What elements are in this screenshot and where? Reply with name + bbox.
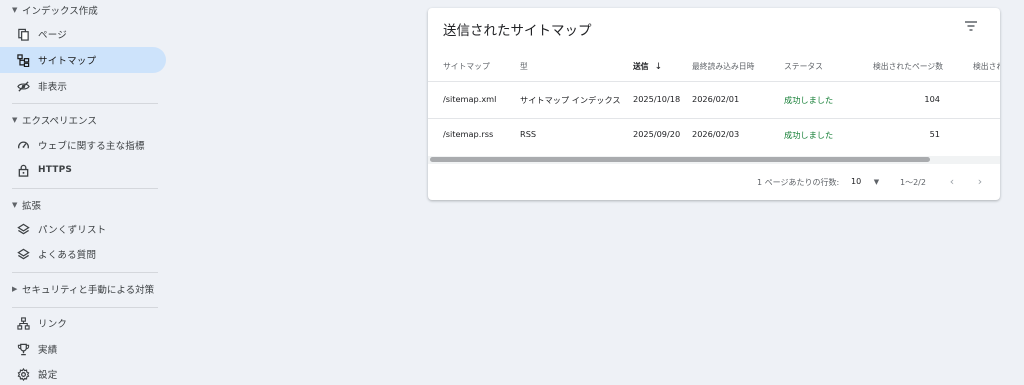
cell-type: サイトマップ インデックス: [520, 95, 621, 105]
cell-status: 成功しました: [784, 130, 834, 140]
cell-last-read: 2026/02/01: [692, 94, 740, 104]
row-divider: [428, 118, 1000, 119]
sidebar-item-label: 設定: [38, 370, 58, 381]
sidebar-item-label: 実績: [38, 345, 58, 356]
sidebar-item-achievements[interactable]: 実績: [0, 336, 166, 362]
row-divider: [428, 81, 1000, 82]
rows-per-page-select[interactable]: 10 ▼: [851, 177, 879, 186]
divider: [12, 272, 158, 273]
section-security[interactable]: ▶ セキュリティと手動による対策: [12, 280, 154, 298]
section-index-label: インデックス作成: [22, 6, 98, 17]
column-header-label: 送信: [633, 62, 649, 71]
sidebar-item-sitemaps[interactable]: サイトマップ: [0, 47, 166, 73]
sidebar-item-label: ページ: [38, 30, 67, 41]
cell-sitemap[interactable]: /sitemap.xml: [443, 94, 496, 104]
network-icon: [16, 316, 30, 330]
sidebar-item-removals[interactable]: 非表示: [0, 73, 166, 99]
sitemap-icon: [16, 53, 30, 67]
sidebar-item-label: HTTPS: [38, 165, 73, 175]
caret-down-icon: ▼: [12, 201, 18, 209]
arrow-down-icon: ↓: [654, 62, 663, 72]
sidebar-item-label: パンくずリスト: [38, 225, 107, 236]
lock-icon: [16, 163, 30, 177]
pages-icon: [16, 27, 30, 41]
sidebar-item-label: ウェブに関する主な指標: [38, 141, 145, 152]
column-header-discovered-more[interactable]: 検出され: [973, 61, 1000, 72]
column-header-status[interactable]: ステータス: [784, 61, 823, 72]
sidebar: ▼ インデックス作成 ページ サイトマップ 非表示 ▼ エクスペリエンス ウェブ…: [0, 0, 168, 385]
column-header-discovered-pages[interactable]: 検出されたページ数: [873, 61, 943, 72]
dropdown-arrow-icon: ▼: [873, 178, 880, 186]
divider: [12, 103, 158, 104]
caret-right-icon: ▶: [12, 285, 18, 293]
sidebar-item-label: リンク: [38, 319, 68, 330]
layers-icon: [16, 222, 30, 236]
horizontal-scrollbar-thumb[interactable]: [430, 157, 930, 162]
sidebar-item-label: サイトマップ: [38, 56, 97, 67]
divider: [12, 188, 158, 189]
cell-submitted: 2025/10/18: [633, 94, 681, 104]
divider: [12, 307, 158, 308]
sidebar-item-links[interactable]: リンク: [0, 310, 166, 336]
sidebar-item-label: 非表示: [38, 82, 68, 93]
caret-down-icon: ▼: [12, 116, 18, 124]
sidebar-item-faq[interactable]: よくある質問: [0, 241, 166, 267]
cell-type: RSS: [520, 129, 537, 139]
cell-sitemap[interactable]: /sitemap.rss: [443, 129, 493, 139]
cell-submitted: 2025/09/20: [633, 129, 681, 139]
filter-icon[interactable]: [964, 20, 978, 32]
chevron-right-icon[interactable]: ›: [972, 173, 988, 189]
column-header-submitted[interactable]: 送信 ↓: [633, 61, 662, 72]
section-experience-label: エクスペリエンス: [22, 116, 97, 127]
section-security-label: セキュリティと手動による対策: [22, 285, 155, 296]
card-title: 送信されたサイトマップ: [443, 23, 592, 39]
sidebar-item-core-web-vitals[interactable]: ウェブに関する主な指標: [0, 132, 166, 158]
cell-discovered-pages: 51: [929, 129, 940, 139]
cell-last-read: 2026/02/03: [692, 129, 740, 139]
pagination-range: 1〜2/2: [900, 178, 926, 187]
section-index[interactable]: ▼ インデックス作成: [12, 1, 98, 19]
cell-status: 成功しました: [784, 95, 834, 105]
section-enhancements-label: 拡張: [22, 201, 42, 212]
section-experience[interactable]: ▼ エクスペリエンス: [12, 111, 97, 129]
layers-icon: [16, 247, 30, 261]
sidebar-item-https[interactable]: HTTPS: [0, 157, 166, 183]
submitted-sitemaps-card: 送信されたサイトマップ サイトマップ 型 送信 ↓ 最終読み込み日時 ステータス …: [428, 8, 1000, 200]
rows-per-page-value: 10: [851, 177, 862, 186]
speed-gauge-icon: [16, 138, 30, 152]
section-enhancements[interactable]: ▼ 拡張: [12, 196, 41, 214]
sidebar-item-breadcrumbs[interactable]: パンくずリスト: [0, 216, 166, 242]
rows-per-page-label: 1 ページあたりの行数:: [757, 178, 840, 187]
chevron-left-icon[interactable]: ‹: [944, 173, 960, 189]
sidebar-item-settings[interactable]: 設定: [0, 361, 166, 385]
sidebar-item-pages[interactable]: ページ: [0, 21, 166, 47]
trophy-icon: [16, 342, 30, 356]
column-header-type[interactable]: 型: [520, 61, 528, 72]
sidebar-item-label: よくある質問: [38, 250, 97, 261]
eye-off-icon: [16, 79, 30, 93]
caret-down-icon: ▼: [12, 6, 18, 14]
column-header-sitemap[interactable]: サイトマップ: [443, 61, 490, 72]
cell-discovered-pages: 104: [924, 94, 940, 104]
gear-icon: [16, 367, 30, 381]
column-header-last-read[interactable]: 最終読み込み日時: [692, 61, 754, 72]
